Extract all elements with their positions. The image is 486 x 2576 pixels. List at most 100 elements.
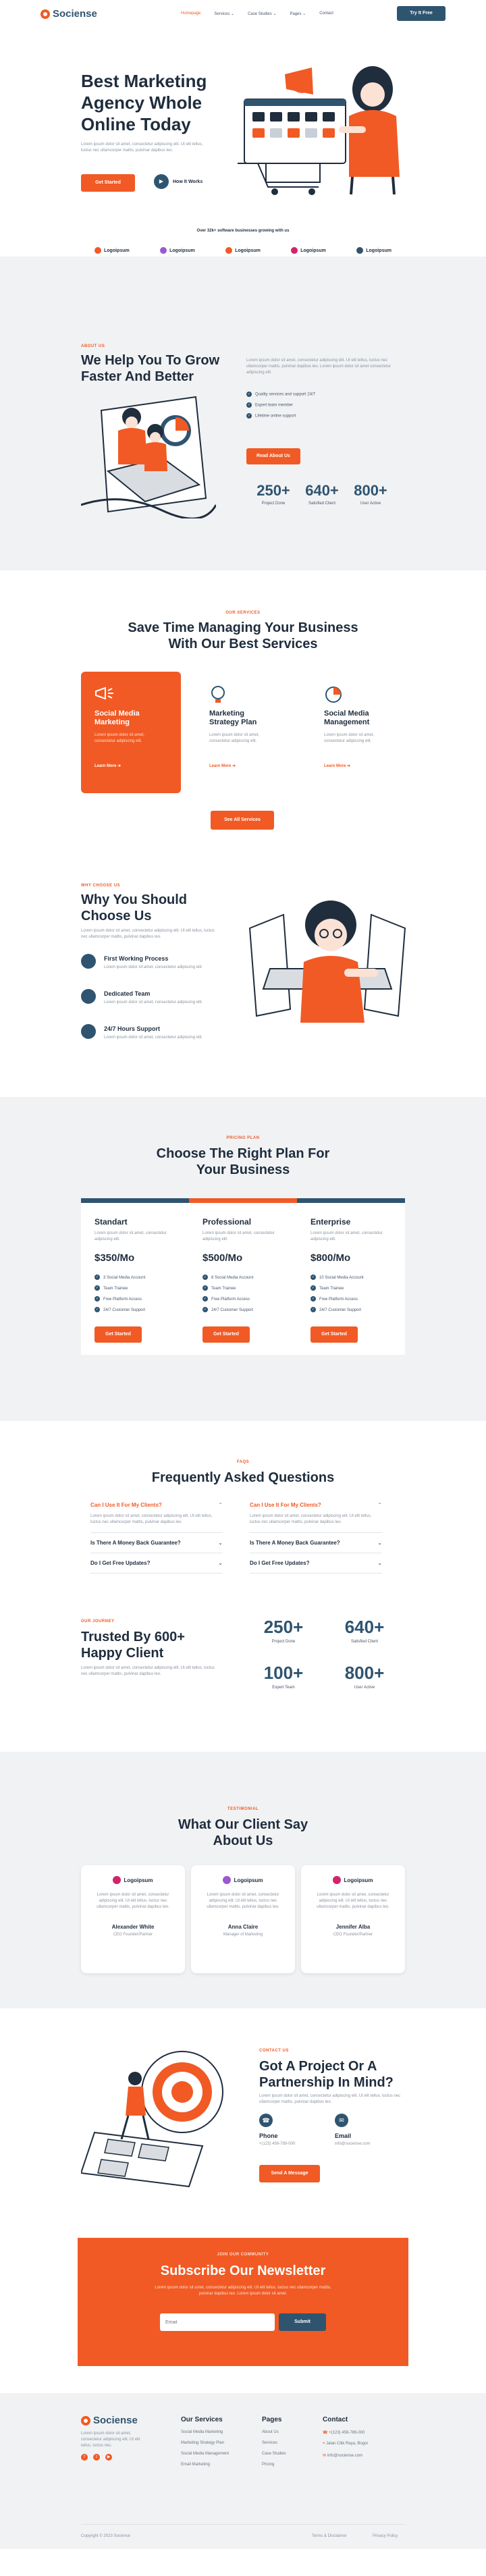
trusted-title: Trusted By 600+ Happy Client xyxy=(81,1630,185,1661)
testimonial-card: Logoipsum Lorem ipsum dolor sit amet, co… xyxy=(81,1865,185,1973)
pricing-title: Choose The Right Plan For Your Business xyxy=(156,1146,330,1177)
service-card-title: Social Media Management xyxy=(324,709,370,726)
phone-icon: ☎ xyxy=(323,2431,329,2435)
service-card-desc: Lorem ipsum dolor sit amet, consectetur … xyxy=(324,733,375,743)
footer-link[interactable]: Services xyxy=(262,2441,286,2445)
get-started-button[interactable]: Get Started xyxy=(81,174,135,192)
service-card-desc: Lorem ipsum dolor sit amet, consectetur … xyxy=(94,733,145,743)
footer-contact: Contact ☎ +(123) 456-789-000 ⌖ Jalan Cil… xyxy=(323,2416,369,2458)
footer-link[interactable]: Social Media Management xyxy=(181,2452,229,2456)
service-card[interactable]: Social Media Marketing Lorem ipsum dolor … xyxy=(81,672,181,793)
stat-item: 640+ Satisfied Client xyxy=(305,482,339,506)
stat-item: 250+ Project Done xyxy=(263,1617,304,1644)
partner-logo: Logoipsum xyxy=(225,247,261,254)
check-icon: ✓ xyxy=(310,1274,316,1281)
hero-title: Best Marketing Agency Whole Online Today xyxy=(81,71,207,134)
service-card[interactable]: Social Media Management Lorem ipsum dolor… xyxy=(310,672,410,793)
play-icon: ▶ xyxy=(154,174,169,189)
nav-pages[interactable]: Pages ⌄ xyxy=(290,11,306,16)
section-label: ABOUT US xyxy=(81,344,105,348)
nav-homepage[interactable]: Homepage xyxy=(181,11,200,16)
read-about-button[interactable]: Read About Us xyxy=(246,448,300,464)
newsletter-section: JOIN OUR COMMUNITY Subscribe Our Newslet… xyxy=(0,2231,486,2393)
testimonial-card: Logoipsum Lorem ipsum dolor sit amet, co… xyxy=(301,1865,405,1973)
partner-logo: Logoipsum xyxy=(356,247,392,254)
footer: Sociense Lorem ipsum dolor sit amet, con… xyxy=(0,2393,486,2549)
twitter-icon[interactable]: t xyxy=(93,2454,100,2461)
nav-contact[interactable]: Contact xyxy=(319,11,333,16)
hero-illustration xyxy=(238,66,400,195)
logo-strip: Logoipsum Logoipsum Logoipsum Logoipsum … xyxy=(94,247,392,254)
faq-item[interactable]: Is There A Money Back Guarantee? ⌄ xyxy=(250,1533,382,1553)
faq-item[interactable]: Do I Get Free Updates? ⌄ xyxy=(250,1553,382,1574)
nav-services[interactable]: Services ⌄ xyxy=(214,11,234,16)
about-desc: Lorem ipsum dolor sit amet, consectetur … xyxy=(246,358,392,375)
footer-desc: Lorem ipsum dolor sit amet, consectetur … xyxy=(81,2432,140,2448)
footer-pages: Pages About Us Services Case Studies Pri… xyxy=(262,2416,286,2467)
footer-link[interactable]: Social Media Marketing xyxy=(181,2430,229,2434)
chevron-down-icon: ⌄ xyxy=(302,12,306,16)
faq-item[interactable]: Do I Get Free Updates? ⌄ xyxy=(90,1553,223,1574)
support-icon xyxy=(81,1024,96,1039)
newsletter-email-input[interactable] xyxy=(160,2313,275,2331)
why-desc: Lorem ipsum dolor sit amet, consectetur … xyxy=(81,929,215,939)
faq-item[interactable]: Can I Use It For My Clients? ⌃ Lorem ips… xyxy=(250,1502,382,1533)
learn-more-link[interactable]: Learn More ➜ xyxy=(324,763,350,768)
terms-link[interactable]: Terms & Disclaimer xyxy=(312,2533,347,2540)
stat-item: 800+ User Active xyxy=(344,1663,385,1690)
plan-get-started-button[interactable]: Get Started xyxy=(94,1326,142,1343)
plan-feature: ✓ Team Trainee xyxy=(310,1285,344,1291)
footer-link[interactable]: Case Studies xyxy=(262,2452,286,2456)
learn-more-link[interactable]: Learn More ➜ xyxy=(94,763,121,768)
process-icon xyxy=(81,954,96,969)
logo[interactable]: Sociense xyxy=(40,8,97,20)
services-title: Save Time Managing Your Business With Ou… xyxy=(128,620,358,651)
faq-item[interactable]: Is There A Money Back Guarantee? ⌄ xyxy=(90,1533,223,1553)
plan-get-started-button[interactable]: Get Started xyxy=(310,1326,358,1343)
chevron-down-icon: ⌄ xyxy=(273,12,277,16)
privacy-link[interactable]: Privacy Policy xyxy=(373,2533,398,2540)
section-label: OUR SERVICES xyxy=(225,611,261,615)
services-section: OUR SERVICES Save Time Managing Your Bus… xyxy=(0,570,486,874)
nav-case-studies[interactable]: Case Studies ⌄ xyxy=(248,11,276,16)
social-icons: f t ▶ xyxy=(81,2454,112,2461)
footer-link[interactable]: Pricing xyxy=(262,2463,286,2467)
plan-bar xyxy=(189,1198,297,1203)
about-checklist: ✓ Quality services and support 24/7 ✓ Expe… xyxy=(246,392,315,419)
service-card[interactable]: Marketing Strategy Plan Lorem ipsum dolor… xyxy=(196,672,296,793)
youtube-icon[interactable]: ▶ xyxy=(105,2454,112,2461)
why-illustration xyxy=(248,901,406,1023)
faq-item[interactable]: Can I Use It For My Clients? ⌃ Lorem ips… xyxy=(90,1502,223,1533)
why-section: WHY CHOOSE US Why You Should Choose Us L… xyxy=(0,874,486,1097)
plan-features: ✓ 3 Social Media Account ✓ Team Trainee ✓ F… xyxy=(94,1272,145,1316)
check-icon: ✓ xyxy=(202,1307,208,1313)
newsletter-submit-button[interactable]: Submit xyxy=(279,2313,326,2331)
footer-contact-item: ⌖ Jalan Cilik Raya, Bogor xyxy=(323,2442,369,2446)
how-it-works-button[interactable]: ▶ How It Works xyxy=(154,174,202,189)
faq-column-right: Can I Use It For My Clients? ⌃ Lorem ips… xyxy=(250,1502,382,1574)
logoipsum-icon xyxy=(291,247,298,254)
plan-get-started-button[interactable]: Get Started xyxy=(202,1326,250,1343)
send-message-button[interactable]: Send A Message xyxy=(259,2165,320,2182)
footer-link[interactable]: About Us xyxy=(262,2430,286,2434)
facebook-icon[interactable]: f xyxy=(81,2454,88,2461)
footer-link[interactable]: Email Marketing xyxy=(181,2463,229,2467)
megaphone-icon xyxy=(95,687,113,700)
trusted-desc: Lorem ipsum dolor sit amet, consectetur … xyxy=(81,1666,215,1676)
logoipsum-icon xyxy=(333,1876,342,1884)
see-all-services-button[interactable]: See All Services xyxy=(211,811,274,830)
footer-logo[interactable]: Sociense xyxy=(81,2415,138,2426)
pricing-card: Standart Lorem ipsum dolor sit amet, con… xyxy=(81,1198,189,1355)
pie-chart-icon xyxy=(325,687,342,703)
faq-section: FAQS Frequently Asked Questions Can I Us… xyxy=(0,1421,486,1617)
testimonials-title: What Our Client Say About Us xyxy=(178,1817,308,1848)
plan-bar xyxy=(297,1198,405,1203)
check-item: ✓ Quality services and support 24/7 xyxy=(246,392,316,397)
plan-feature: ✓ 3 Social Media Account xyxy=(94,1274,146,1281)
newsletter-banner: JOIN OUR COMMUNITY Subscribe Our Newslet… xyxy=(78,2238,408,2366)
learn-more-link[interactable]: Learn More ➜ xyxy=(209,763,236,768)
footer-link[interactable]: Marketing Strategy Plan xyxy=(181,2441,229,2445)
footer-contact-item: ✉ info@sociense.com xyxy=(323,2454,363,2458)
team-icon xyxy=(81,989,96,1004)
try-free-button[interactable]: Try It Free xyxy=(397,6,446,21)
